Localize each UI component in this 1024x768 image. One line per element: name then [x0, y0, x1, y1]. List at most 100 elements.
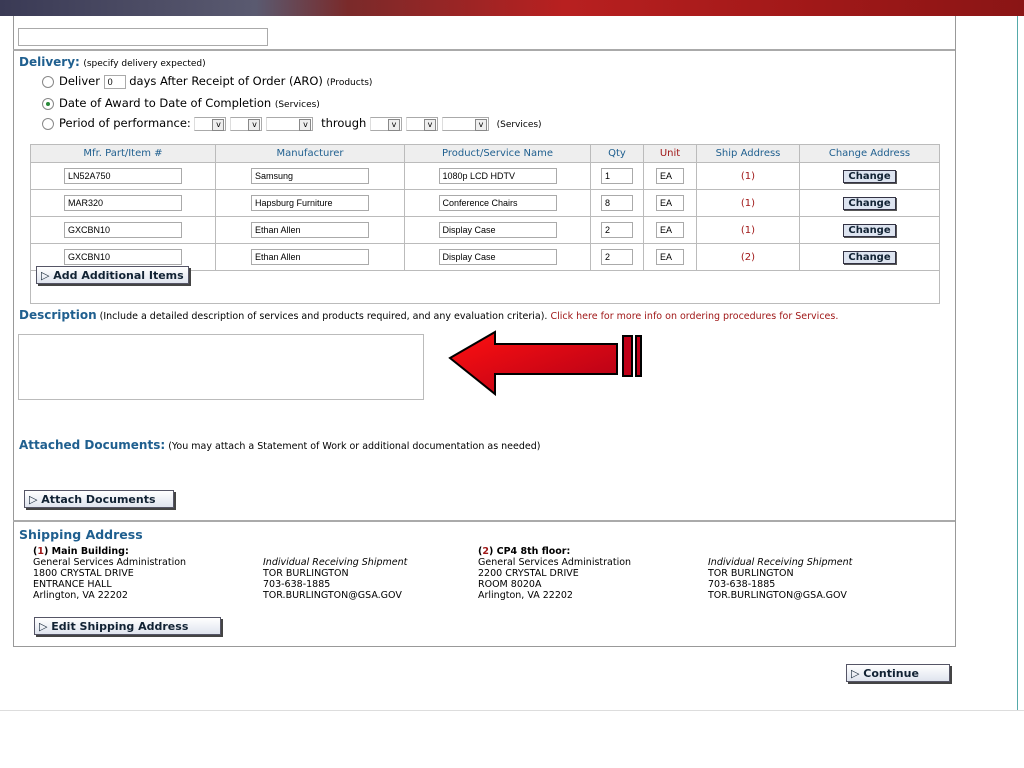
radio-aro[interactable]: [42, 75, 54, 88]
unit-input[interactable]: [656, 222, 684, 238]
right-divider: [1017, 16, 1018, 710]
cell: Display Case: [404, 243, 591, 271]
cell: [590, 162, 644, 190]
address-line: ENTRANCE HALL: [33, 579, 112, 590]
label: (Services): [496, 120, 542, 130]
delivery-option-award[interactable]: Date of Award to Date of Completion (Ser…: [42, 96, 320, 110]
unit-input[interactable]: [656, 168, 684, 184]
manufacturer-input[interactable]: Ethan Allen: [251, 222, 369, 238]
description-textarea[interactable]: [18, 334, 424, 400]
contact-line: Individual Receiving Shipment: [708, 557, 853, 568]
description-note: (Include a detailed description of servi…: [99, 311, 548, 322]
product-input[interactable]: 1080p LCD HDTV: [438, 168, 557, 184]
col-header: Manufacturer: [215, 144, 405, 163]
product-input[interactable]: Display Case: [438, 222, 557, 238]
contact-line: TOR.BURLINGTON@GSA.GOV: [263, 590, 402, 601]
qty-input[interactable]: [601, 195, 633, 211]
edit-shipping-address-button[interactable]: ▷ Edit Shipping Address: [34, 617, 221, 635]
contact-line: TOR.BURLINGTON@GSA.GOV: [708, 590, 847, 601]
attach-documents-button[interactable]: ▷ Attach Documents: [24, 490, 174, 508]
address-line: 1800 CRYSTAL DRIVE: [33, 568, 134, 579]
address-number: 1: [37, 546, 44, 557]
shipping-title: Shipping Address: [19, 527, 143, 542]
col-header: Qty: [590, 144, 644, 163]
change-address-button[interactable]: Change: [843, 196, 896, 210]
manufacturer-input[interactable]: Hapsburg Furniture: [251, 195, 369, 211]
divider: [13, 520, 955, 522]
label: Deliver: [59, 74, 100, 88]
unit-input[interactable]: [656, 249, 684, 265]
cell: [590, 216, 644, 244]
delivery-option-period[interactable]: Period of performance: v v v through v v v (…: [42, 116, 542, 131]
address-label: (1) Main Building:: [33, 546, 129, 557]
change-address-button[interactable]: Change: [843, 169, 896, 183]
change-address-button[interactable]: Change: [843, 223, 896, 237]
label: (Products): [326, 78, 373, 88]
col-header: Unit: [643, 144, 697, 163]
label: through: [321, 116, 367, 130]
cell: Conference Chairs: [404, 189, 591, 217]
cell: Change: [799, 243, 940, 271]
col-header: Product/Service Name: [404, 144, 591, 163]
delivery-heading: Delivery: (specify delivery expected): [19, 55, 206, 69]
attached-title: Attached Documents:: [19, 438, 166, 452]
continue-button[interactable]: ▷ Continue: [846, 664, 950, 682]
label: (Services): [274, 100, 320, 110]
services-info-link[interactable]: Click here for more info on ordering pro…: [551, 311, 839, 322]
unit-input[interactable]: [656, 195, 684, 211]
product-input[interactable]: Display Case: [438, 249, 557, 265]
chevron-down-icon: v: [212, 118, 225, 131]
manufacturer-input[interactable]: Ethan Allen: [251, 249, 369, 265]
address-label: (2) CP4 8th floor:: [478, 546, 571, 557]
top-text-input[interactable]: [18, 28, 268, 46]
contact-line: TOR BURLINGTON: [708, 568, 794, 579]
cell: Ethan Allen: [215, 216, 405, 244]
cell: Display Case: [404, 216, 591, 244]
product-input[interactable]: Conference Chairs: [438, 195, 557, 211]
add-additional-items-button[interactable]: ▷ Add Additional Items: [36, 266, 189, 284]
attached-heading: Attached Documents: (You may attach a St…: [19, 438, 541, 452]
change-address-button[interactable]: Change: [843, 250, 896, 264]
address-line: 2200 CRYSTAL DRIVE: [478, 568, 579, 579]
contact-block: Individual Receiving Shipment TOR BURLING…: [708, 557, 852, 601]
cell: [643, 189, 697, 217]
cell: [643, 216, 697, 244]
delivery-option-aro[interactable]: Deliver days After Receipt of Order (ARO…: [42, 74, 372, 89]
radio-period[interactable]: [42, 117, 54, 130]
col-header: Change Address: [799, 144, 940, 163]
delivery-note: (specify delivery expected): [83, 59, 206, 69]
part-input[interactable]: GXCBN10: [64, 249, 182, 265]
label: Attach Documents: [41, 493, 156, 506]
address-block: (2) CP4 8th floor: General Services Admin…: [478, 546, 631, 601]
aro-days-input[interactable]: [103, 75, 126, 89]
cell: [643, 162, 697, 190]
end-day-select[interactable]: v: [405, 116, 438, 131]
end-month-select[interactable]: v: [369, 116, 402, 131]
qty-input[interactable]: [601, 249, 633, 265]
part-input[interactable]: MAR320: [64, 195, 182, 211]
ship-address-cell: (1): [696, 216, 800, 244]
cell: Change: [799, 216, 940, 244]
end-year-select[interactable]: v: [441, 116, 489, 131]
red-arrow-annotation: [448, 330, 642, 397]
start-year-select[interactable]: v: [266, 116, 314, 131]
part-input[interactable]: GXCBN10: [64, 222, 182, 238]
chevron-down-icon: v: [248, 118, 261, 131]
chevron-down-icon: v: [387, 118, 400, 131]
cell: Samsung: [215, 162, 405, 190]
chevron-down-icon: v: [299, 118, 312, 131]
cell: MAR320: [30, 189, 216, 217]
attached-note: (You may attach a Statement of Work or a…: [168, 441, 541, 452]
qty-input[interactable]: [601, 222, 633, 238]
address-line: General Services Administration: [478, 557, 632, 568]
qty-input[interactable]: [601, 168, 633, 184]
part-input[interactable]: LN52A750: [64, 168, 182, 184]
start-day-select[interactable]: v: [230, 116, 263, 131]
address-line: General Services Administration: [33, 557, 187, 568]
cell: Change: [799, 189, 940, 217]
start-month-select[interactable]: v: [194, 116, 227, 131]
contact-line: 703-638-1885: [708, 579, 776, 590]
contact-line: Individual Receiving Shipment: [263, 557, 408, 568]
manufacturer-input[interactable]: Samsung: [251, 168, 369, 184]
radio-award[interactable]: [42, 97, 54, 110]
